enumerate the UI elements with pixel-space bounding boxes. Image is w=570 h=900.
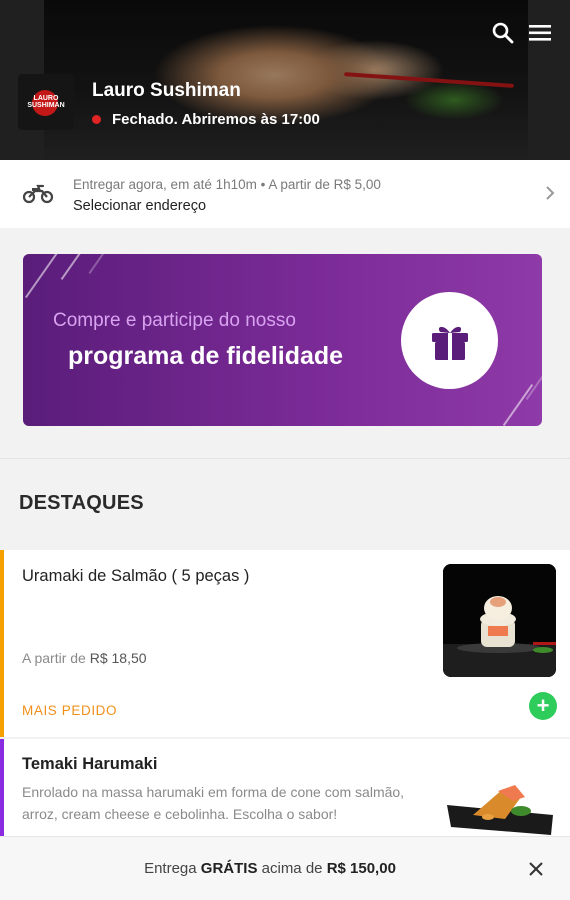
gift-icon — [431, 326, 468, 360]
delivery-info: Entregar agora, em até 1h10m • A partir … — [73, 177, 381, 192]
product-image — [443, 775, 556, 845]
chevron-right-icon — [546, 186, 555, 200]
product-card[interactable]: Temaki Harumaki Enrolado na massa haruma… — [0, 739, 570, 849]
free-delivery-text: Entrega GRÁTIS acima de R$ 150,00 — [0, 860, 540, 877]
search-button[interactable] — [490, 20, 516, 46]
logo-text-line2: SUSHIMAN — [27, 102, 65, 109]
menu-button[interactable] — [527, 20, 553, 46]
gift-badge — [401, 292, 498, 389]
hamburger-menu-icon — [529, 25, 551, 41]
store-status: Fechado. Abriremos às 17:00 — [92, 111, 320, 128]
price-value: R$ 18,50 — [89, 650, 147, 666]
free-delivery-highlight: GRÁTIS — [200, 860, 258, 877]
status-dot-icon — [92, 115, 101, 124]
free-delivery-prefix: Entrega — [144, 860, 197, 877]
store-logo: LAURO SUSHIMAN — [18, 74, 74, 130]
status-text: Fechado. Abriremos às 17:00 — [112, 111, 320, 128]
section-title: DESTAQUES — [19, 492, 144, 514]
product-image — [443, 564, 556, 677]
select-address-label: Selecionar endereço — [73, 198, 207, 214]
banner-line2: programa de fidelidade — [68, 342, 344, 370]
store-hero: LAURO SUSHIMAN Lauro Sushiman Fechado. A… — [0, 0, 570, 160]
close-icon[interactable] — [528, 861, 544, 877]
free-delivery-middle: acima de — [261, 860, 323, 877]
uramaki-image — [443, 564, 556, 677]
search-icon — [492, 22, 514, 44]
product-card[interactable]: Uramaki de Salmão ( 5 peças ) A partir d… — [0, 550, 570, 737]
logo-text-line1: LAURO — [33, 95, 59, 102]
add-to-cart-button[interactable]: + — [529, 692, 557, 720]
product-price: A partir de R$ 18,50 — [22, 650, 147, 666]
motorcycle-icon — [22, 184, 54, 204]
store-name: Lauro Sushiman — [92, 80, 241, 101]
free-delivery-amount: R$ 150,00 — [326, 860, 396, 877]
product-description: Enrolado na massa harumaki em forma de c… — [22, 784, 405, 822]
most-ordered-badge: MAIS PEDIDO — [22, 703, 118, 718]
banner-line1: Compre e participe do nosso — [53, 310, 296, 331]
product-name: Uramaki de Salmão ( 5 peças ) — [22, 567, 250, 585]
divider — [0, 458, 570, 459]
delivery-address-row[interactable]: Entregar agora, em até 1h10m • A partir … — [0, 160, 570, 228]
temaki-image — [443, 775, 556, 845]
product-name: Temaki Harumaki — [22, 755, 158, 773]
price-prefix: A partir de — [22, 650, 86, 666]
loyalty-program-banner[interactable]: Compre e participe do nosso programa de … — [23, 254, 542, 426]
free-delivery-bar: Entrega GRÁTIS acima de R$ 150,00 — [0, 836, 570, 900]
